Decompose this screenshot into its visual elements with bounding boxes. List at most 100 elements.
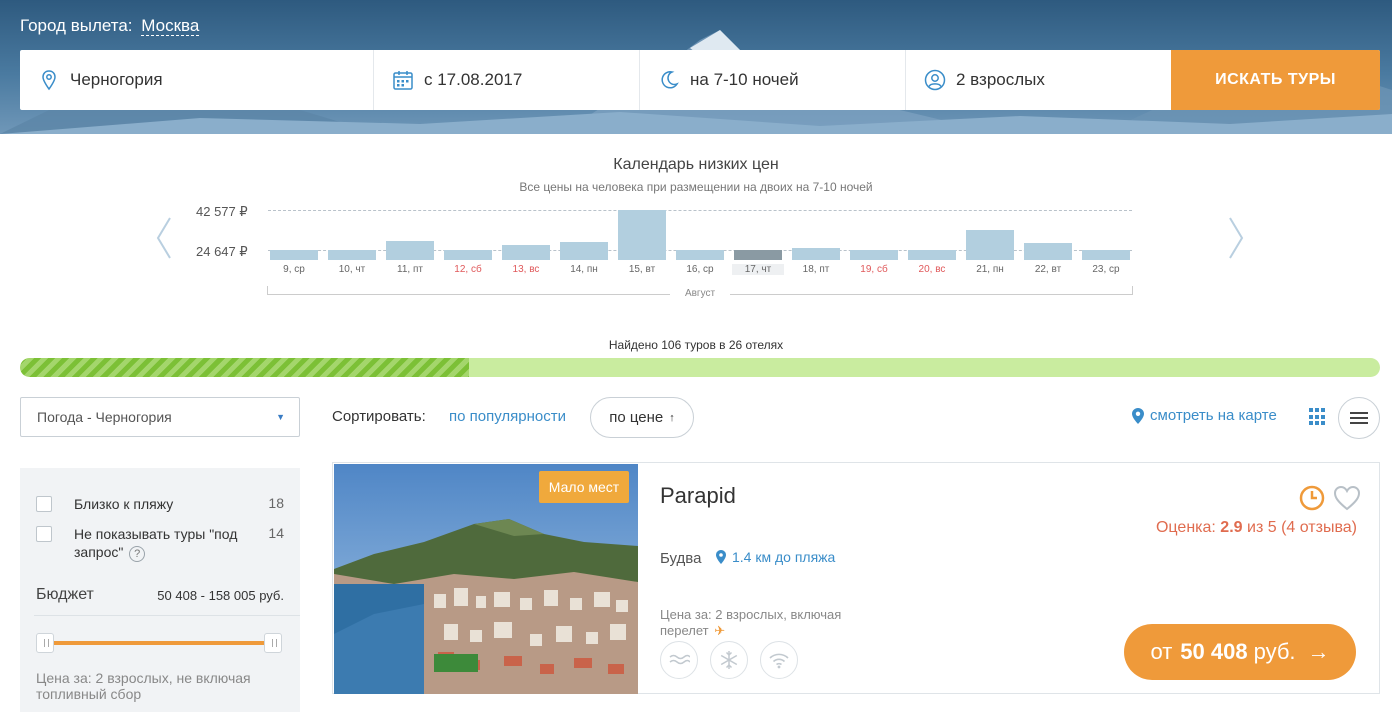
price-amount: 50 408	[1180, 639, 1248, 664]
filters-panel: Близко к пляжу 18 Не показывать туры "по…	[20, 468, 300, 712]
calendar-day-4[interactable]: 13, вс	[500, 200, 550, 280]
near-beach-checkbox[interactable]	[36, 496, 52, 512]
filter-label-text: Не показывать туры "под запрос"	[74, 526, 238, 560]
budget-label: Бюджет	[36, 586, 94, 603]
location-pin-icon	[38, 69, 60, 91]
price-bar	[560, 241, 608, 260]
budget-slider-max-handle[interactable]	[264, 633, 282, 653]
sort-by-price-button[interactable]: по цене ↑	[590, 397, 694, 438]
destination-field[interactable]: Черногория	[20, 50, 374, 110]
budget-range: 50 408 - 158 005 руб.	[157, 588, 284, 603]
calendar-day-2[interactable]: 11, пт	[384, 200, 434, 280]
calendar-subtitle: Все цены на человека при размещении на д…	[519, 180, 873, 194]
calendar-next-button[interactable]	[1226, 214, 1246, 262]
price-bar	[270, 250, 318, 260]
price-bar	[734, 250, 782, 260]
calendar-day-7[interactable]: 16, ср	[674, 200, 724, 280]
price-bar	[850, 250, 898, 260]
nights-value: на 7-10 ночей	[690, 70, 799, 89]
nights-field[interactable]: на 7-10 ночей	[640, 50, 906, 110]
price-bar	[386, 240, 434, 260]
calendar-day-11[interactable]: 20, вс	[906, 200, 956, 280]
grid-view-icon[interactable]	[1309, 408, 1327, 426]
sort-by-popularity-link[interactable]: по популярности	[449, 408, 566, 425]
chevron-right-icon	[1229, 217, 1244, 259]
hero-banner: Город вылета: Москва Черногория с 17.08.…	[0, 0, 1392, 134]
hotel-name[interactable]: Parapid	[660, 483, 736, 509]
price-bar	[444, 250, 492, 260]
price-bar	[502, 244, 550, 260]
day-label: 22, вт	[1034, 264, 1062, 275]
calendar-day-13[interactable]: 22, вт	[1022, 200, 1072, 280]
day-label: 12, сб	[454, 264, 482, 275]
price-calendar-chart: 9, ср 10, чт 11, пт 12, сб 13, вс 14, пн 15, в…	[268, 200, 1138, 280]
sort-by-price-label: по цене	[609, 409, 664, 426]
departure-city-link[interactable]: Москва	[141, 16, 200, 36]
day-label: 18, пт	[802, 264, 830, 275]
calendar-day-0[interactable]: 9, ср	[268, 200, 318, 280]
weather-select[interactable]: Погода - Черногория ▼	[20, 397, 300, 437]
day-label: 16, ср	[686, 264, 714, 275]
wifi-icon	[760, 641, 798, 679]
day-label: 14, пн	[570, 264, 598, 275]
calendar-day-8[interactable]: 17, чт	[732, 200, 784, 280]
filter-label: Близко к пляжу	[74, 496, 174, 512]
budget-slider-min-handle[interactable]	[36, 633, 54, 653]
hotel-rating: Оценка: 2.9 из 5 (4 отзыва)	[1156, 519, 1357, 537]
price-note: Цена за: 2 взрослых, включая перелет ✈	[660, 607, 880, 639]
help-icon[interactable]: ?	[129, 546, 146, 562]
search-progress-bar	[20, 358, 1380, 377]
calendar-day-14[interactable]: 23, ср	[1080, 200, 1130, 280]
view-on-map-link[interactable]: смотреть на карте	[1132, 407, 1277, 424]
map-pin-icon	[716, 550, 726, 564]
calendar-title: Календарь низких цен	[613, 156, 779, 173]
rating-prefix: Оценка:	[1155, 519, 1216, 536]
beach-distance-link[interactable]: 1.4 км до пляжа	[716, 549, 835, 565]
day-label: 9, ср	[283, 264, 305, 275]
price-prefix: от	[1150, 639, 1173, 664]
calendar-prev-button[interactable]	[154, 214, 174, 262]
calendar-day-6[interactable]: 15, вт	[616, 200, 666, 280]
calendar-day-5[interactable]: 14, пн	[558, 200, 608, 280]
price-bar	[1082, 250, 1130, 260]
budget-slider-track[interactable]	[44, 641, 272, 645]
calendar-day-10[interactable]: 19, сб	[848, 200, 898, 280]
hotel-card: Мало мест Parapid Оценка: 2.9 из 5 (4 от…	[332, 462, 1380, 694]
calendar-day-9[interactable]: 18, пт	[790, 200, 840, 280]
chevron-left-icon	[156, 217, 171, 259]
price-button[interactable]: от 50 408 руб. →	[1124, 624, 1356, 680]
favorite-heart-icon[interactable]	[1333, 485, 1361, 511]
day-label: 13, вс	[512, 264, 540, 275]
calendar-day-12[interactable]: 21, пн	[964, 200, 1014, 280]
calendar-icon	[392, 69, 414, 91]
weather-select-value: Погода - Черногория	[37, 409, 172, 425]
day-label: 17, чт	[732, 264, 784, 275]
departure-city: Город вылета: Москва	[20, 16, 200, 36]
price-bar	[792, 247, 840, 260]
arrow-right-icon: →	[1307, 639, 1330, 664]
results-found-text: Найдено 106 туров в 26 отелях	[608, 338, 784, 352]
list-view-button[interactable]	[1338, 397, 1380, 439]
sort-label: Сортировать:	[332, 408, 426, 425]
day-label: 15, вт	[628, 264, 656, 275]
day-label: 20, вс	[918, 264, 946, 275]
calendar-day-3[interactable]: 12, сб	[442, 200, 492, 280]
filter-label: Не показывать туры "под запрос" ?	[74, 525, 264, 562]
hide-on-request-checkbox[interactable]	[36, 526, 52, 542]
search-tours-button[interactable]: ИСКАТЬ ТУРЫ	[1171, 50, 1380, 110]
date-field[interactable]: с 17.08.2017	[374, 50, 640, 110]
price-bar	[618, 210, 666, 260]
rating-suffix: из 5 (4 отзыва)	[1247, 519, 1357, 536]
price-bar	[908, 250, 956, 260]
user-icon	[924, 69, 946, 91]
price-bar	[966, 230, 1014, 260]
filter-count: 14	[268, 525, 284, 541]
search-progress-fill	[20, 358, 469, 377]
tourists-field[interactable]: 2 взрослых	[906, 50, 1171, 110]
day-label: 19, сб	[860, 264, 888, 275]
clock-icon	[1299, 485, 1325, 511]
day-label: 23, ср	[1092, 264, 1120, 275]
calendar-day-1[interactable]: 10, чт	[326, 200, 376, 280]
moon-icon	[658, 69, 680, 91]
caret-down-icon: ▼	[276, 412, 285, 422]
